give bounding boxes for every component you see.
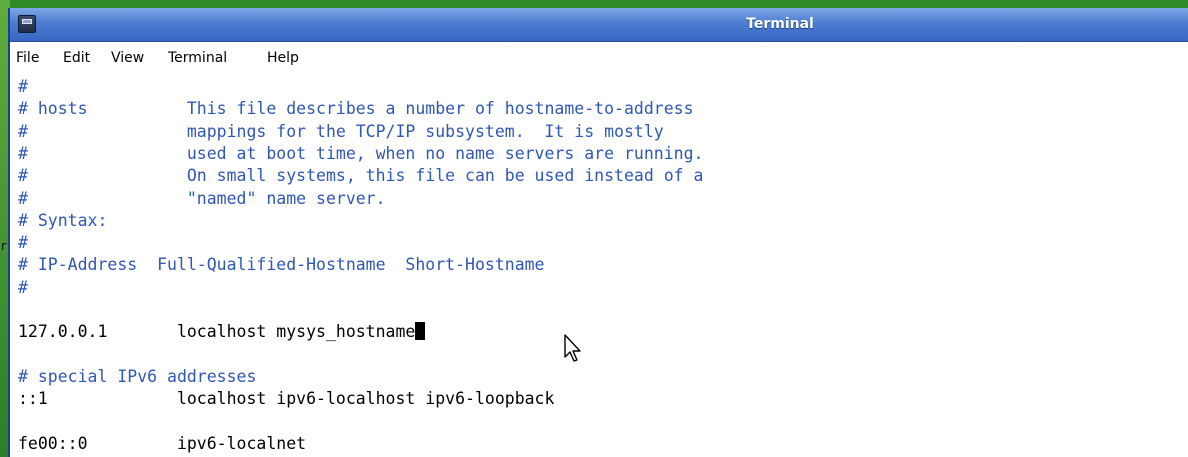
desktop-partial-glyph: r xyxy=(0,239,8,253)
text-cursor xyxy=(415,322,426,341)
terminal-line-text: # xyxy=(18,277,28,297)
terminal-line-text: # Syntax: xyxy=(18,210,108,230)
terminal-line-text: # xyxy=(18,233,28,253)
window-titlebar[interactable]: Terminal xyxy=(10,8,1188,42)
terminal-line: # hosts This file describes a number of … xyxy=(18,98,694,120)
terminal-line-text: 127.0.0.1 localhost mysys_hostname xyxy=(18,322,416,342)
terminal-line-text: # special IPv6 addresses xyxy=(18,366,257,386)
menu-edit[interactable]: Edit xyxy=(63,49,90,67)
window-title: Terminal xyxy=(746,16,814,32)
terminal-line: # xyxy=(18,76,28,98)
menu-help[interactable]: Help xyxy=(267,49,299,67)
terminal-line: # special IPv6 addresses xyxy=(18,366,256,388)
terminal-line: # mappings for the TCP/IP subsystem. It … xyxy=(18,121,664,143)
terminal-line: # On small systems, this file can be use… xyxy=(18,165,703,187)
terminal-line-text: # mappings for the TCP/IP subsystem. It … xyxy=(18,121,664,141)
terminal-line-text: # IP-Address Full-Qualified-Hostname Sho… xyxy=(18,255,545,275)
terminal-line: # used at boot time, when no name server… xyxy=(18,143,703,165)
terminal-line: # xyxy=(18,232,28,254)
terminal-window: Terminal File Edit View Terminal Help # #… xyxy=(8,8,1188,457)
mouse-pointer-icon xyxy=(564,334,581,362)
terminal-line-text: # xyxy=(18,77,28,96)
terminal-line: # "named" name server. xyxy=(18,188,386,210)
terminal-line: fe00::0 ipv6-localnet xyxy=(18,433,306,455)
terminal-line-text: # used at boot time, when no name server… xyxy=(18,143,704,163)
terminal-text-area[interactable]: # # hosts This file describes a number of… xyxy=(10,72,1188,457)
terminal-line: 127.0.0.1 localhost mysys_hostname xyxy=(18,321,426,343)
terminal-line-text: # On small systems, this file can be use… xyxy=(18,166,704,186)
menu-terminal[interactable]: Terminal xyxy=(168,49,227,67)
terminal-line-text: # "named" name server. xyxy=(18,188,386,208)
menu-bar: File Edit View Terminal Help xyxy=(10,42,1188,72)
terminal-line: # IP-Address Full-Qualified-Hostname Sho… xyxy=(18,254,545,276)
terminal-line: ::1 localhost ipv6-localhost ipv6-loopba… xyxy=(18,388,554,410)
terminal-line-text: fe00::0 ipv6-localnet xyxy=(18,433,307,453)
menu-view[interactable]: View xyxy=(111,49,144,67)
terminal-line: # xyxy=(18,277,28,299)
terminal-line: # Syntax: xyxy=(18,210,107,232)
terminal-line-text: # hosts This file describes a number of … xyxy=(18,99,694,119)
terminal-line-text: ::1 localhost ipv6-localhost ipv6-loopba… xyxy=(18,389,555,409)
menu-file[interactable]: File xyxy=(16,49,39,67)
